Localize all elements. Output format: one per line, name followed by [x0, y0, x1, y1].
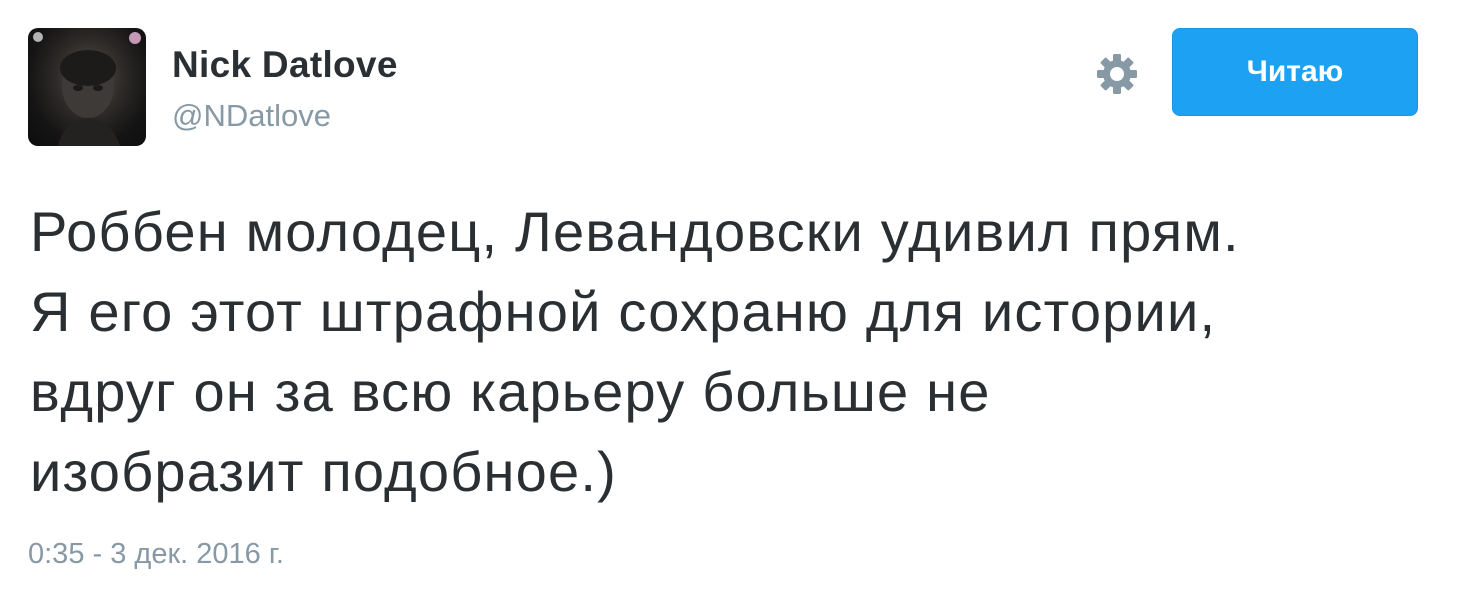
avatar-photo: [33, 32, 141, 146]
tweet-timestamp[interactable]: 0:35 - 3 дек. 2016 г.: [28, 538, 284, 571]
tweet-text: Роббен молодец, Левандовски удивил прям.…: [30, 192, 1430, 512]
tweet-text-line: Я его этот штрафной сохраню для истории,: [30, 280, 1217, 343]
avatar[interactable]: [28, 28, 146, 146]
gear-icon-graphic: [1097, 54, 1137, 94]
tweet-text-line: вдруг он за всю карьеру больше не: [30, 360, 991, 423]
screen-name[interactable]: @NDatlove: [172, 98, 331, 134]
follow-button[interactable]: Читаю: [1172, 28, 1418, 116]
gear-icon[interactable]: [1094, 51, 1140, 97]
tweet-text-line: Роббен молодец, Левандовски удивил прям.: [30, 200, 1240, 263]
display-name[interactable]: Nick Datlove: [172, 44, 398, 86]
tweet-text-line: изобразит подобное.): [30, 440, 617, 503]
tweet-card: Nick Datlove @NDatlove Читаю Роббен моло…: [0, 0, 1460, 606]
